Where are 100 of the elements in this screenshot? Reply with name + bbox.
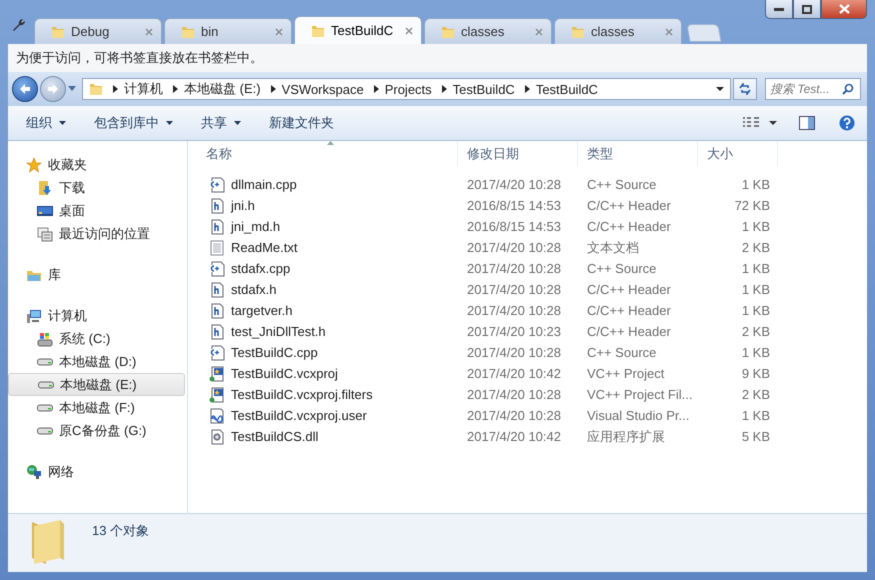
file-name-cell[interactable]: TestBuildC.vcxproj.user (197, 408, 458, 424)
sidebar-item[interactable]: 本地磁盘 (F:) (8, 396, 185, 419)
file-name-cell[interactable]: dllmain.cpp (197, 176, 458, 192)
drive-icon (37, 404, 53, 412)
preview-pane-icon[interactable] (799, 116, 815, 130)
dropdown-caret-icon[interactable] (716, 86, 724, 92)
breadcrumb[interactable]: 本地磁盘 (E:) (184, 80, 261, 98)
sidebar-item[interactable]: 原C备份盘 (G:) (8, 419, 185, 442)
size-cell-text: 9 KB (740, 366, 771, 381)
header-file-icon (209, 198, 225, 214)
toolbar-button[interactable]: 新建文件夹 (261, 110, 342, 136)
toolbar-button[interactable]: 组织 (18, 110, 74, 136)
file-name-cell[interactable]: TestBuildC.cpp (197, 344, 458, 360)
sidebar-item[interactable]: 库 (8, 263, 185, 286)
date-cell-text: 2017/4/20 10:28 (466, 303, 562, 318)
caret-icon[interactable] (769, 120, 777, 126)
sidebar-item[interactable]: 本地磁盘 (E:) (8, 373, 185, 396)
view-options-icon[interactable] (743, 117, 759, 129)
browser-tab[interactable]: classes (424, 18, 552, 44)
file-name-cell[interactable]: TestBuildCS.dll (197, 428, 458, 444)
sort-arrow-icon (327, 141, 334, 145)
toolbar-button[interactable]: 包含到库中 (86, 110, 181, 136)
search-field[interactable]: 搜索 Test... (765, 78, 861, 100)
sidebar-item[interactable]: 本地磁盘 (D:) (8, 350, 185, 373)
type-cell-text: C/C++ Header (586, 282, 672, 297)
close-icon[interactable] (405, 26, 413, 34)
sidebar-item[interactable]: 计算机 (8, 304, 185, 327)
close-button[interactable] (821, 0, 867, 19)
history-caret-icon[interactable] (68, 86, 76, 92)
project-file-icon (209, 366, 225, 382)
header-file-icon (209, 282, 225, 298)
date-cell-text: 2016/8/15 14:53 (466, 219, 562, 234)
sidebar-item[interactable]: 系统 (C:) (8, 327, 185, 350)
browser-tab[interactable]: bin (164, 18, 292, 44)
size-cell-text: 1 KB (740, 219, 771, 234)
file-name-cell[interactable]: ReadMe.txt (197, 240, 458, 256)
file-name-cell[interactable]: test_JniDllTest.h (197, 324, 458, 340)
chevron-icon[interactable] (374, 85, 379, 93)
type-cell-text: C/C++ Header (586, 198, 672, 213)
size-cell-text: 1 KB (740, 177, 771, 192)
size-cell-text: 1 KB (740, 408, 771, 423)
date-cell-text: 2017/4/20 10:28 (466, 387, 562, 402)
cpp-file-icon (209, 344, 225, 360)
column-header[interactable]: 修改日期 (458, 141, 578, 167)
file-name-cell[interactable]: stdafx.cpp (197, 260, 458, 276)
date-cell-text: 2017/4/20 10:28 (466, 261, 562, 276)
column-header[interactable]: 大小 (698, 141, 778, 167)
search-icon[interactable] (842, 83, 854, 95)
browser-tab[interactable]: TestBuildC (294, 16, 422, 44)
chevron-icon[interactable] (173, 85, 178, 93)
column-header[interactable]: 类型 (578, 141, 698, 167)
column-header[interactable]: 名称 (197, 141, 458, 167)
size-cell-text: 72 KB (734, 198, 771, 213)
header-file-icon (209, 218, 225, 234)
sidebar-item[interactable]: 下载 (8, 176, 185, 199)
star-icon (26, 156, 42, 172)
computer-icon (26, 308, 42, 324)
close-icon[interactable] (145, 28, 153, 36)
sidebar-item[interactable]: 桌面 (8, 199, 185, 222)
refresh-button[interactable] (733, 78, 757, 100)
back-button[interactable] (12, 76, 38, 102)
date-cell-text: 2017/4/20 10:42 (466, 366, 562, 381)
browser-tab[interactable]: Debug (34, 18, 162, 44)
breadcrumb[interactable]: 计算机 (124, 80, 163, 98)
type-cell-text: 应用程序扩展 (586, 428, 666, 446)
toolbar-button[interactable]: 共享 (193, 110, 249, 136)
sidebar-item[interactable]: 网络 (8, 460, 185, 483)
file-name-cell[interactable]: TestBuildC.vcxproj.filters (197, 386, 458, 402)
file-name-cell[interactable]: jni.h (197, 198, 458, 214)
file-name-cell[interactable]: TestBuildC.vcxproj (197, 366, 458, 382)
breadcrumb[interactable]: Projects (384, 82, 432, 96)
sidebar-item[interactable]: 最近访问的位置 (8, 222, 185, 245)
caret-icon (166, 121, 173, 125)
type-cell-text: C/C++ Header (586, 324, 672, 339)
chevron-icon[interactable] (442, 85, 447, 93)
file-name-cell[interactable]: targetver.h (197, 302, 458, 318)
type-cell-text: 文本文档 (586, 238, 640, 256)
infinity-file-icon (209, 408, 225, 424)
system-icon (37, 330, 53, 346)
address-bar[interactable]: 计算机 本地磁盘 (E:) VSWorkspace Projects TestBuildC TestBuildC (82, 78, 731, 100)
header-file-icon (209, 324, 225, 340)
minimize-button[interactable] (765, 0, 793, 19)
breadcrumb[interactable]: TestBuildC (536, 82, 598, 96)
maximize-button[interactable] (793, 0, 821, 19)
file-name-cell[interactable]: jni_md.h (197, 218, 458, 234)
type-cell-text: C++ Source (586, 345, 658, 360)
help-icon[interactable] (839, 115, 855, 131)
chevron-icon[interactable] (270, 85, 276, 93)
close-icon[interactable] (535, 28, 543, 36)
chevron-icon[interactable] (524, 85, 530, 93)
size-cell-text: 1 KB (740, 345, 771, 360)
chevron-icon[interactable] (113, 85, 118, 93)
browser-tab[interactable]: classes (554, 18, 682, 44)
file-name-cell[interactable]: stdafx.h (197, 282, 458, 298)
close-icon[interactable] (665, 28, 673, 36)
breadcrumb[interactable]: VSWorkspace (282, 82, 364, 96)
breadcrumb[interactable]: TestBuildC (452, 82, 515, 96)
close-icon[interactable] (275, 28, 283, 36)
folder-icon (311, 24, 325, 38)
sidebar-item[interactable]: 收藏夹 (8, 153, 185, 176)
